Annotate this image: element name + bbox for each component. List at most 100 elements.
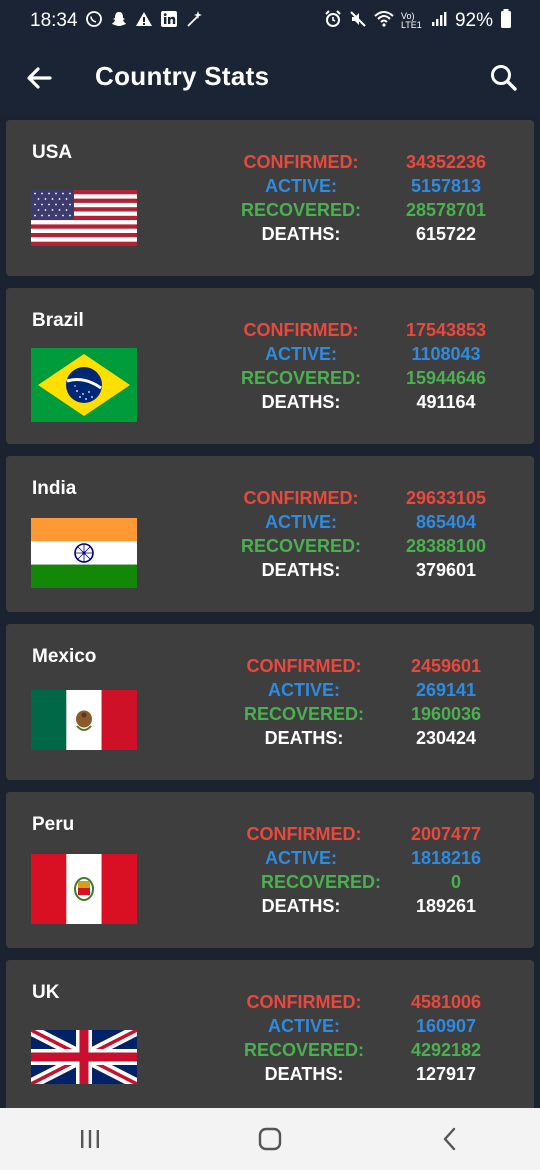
deaths-row: DEATHS: 127917	[226, 1064, 526, 1088]
deaths-value: 189261	[415, 896, 477, 916]
country-name: Brazil	[32, 310, 84, 331]
recovered-label: RECOVERED:	[240, 536, 361, 556]
active-label: ACTIVE:	[265, 512, 337, 532]
recovered-value: 4292182	[410, 1040, 482, 1060]
confirmed-row: CONFIRMED: 34352236	[226, 152, 526, 176]
battery-percent: 92%	[454, 10, 493, 31]
recents-icon	[81, 1130, 99, 1148]
deaths-label: DEATHS:	[261, 224, 341, 244]
active-label: ACTIVE:	[265, 848, 337, 868]
country-name: UK	[32, 982, 60, 1003]
back-nav-button[interactable]	[420, 1119, 480, 1159]
country-name: USA	[32, 142, 73, 163]
battery-icon	[500, 9, 512, 33]
recovered-label: RECOVERED:	[240, 200, 361, 220]
deaths-value: 615722	[415, 224, 477, 244]
country-list[interactable]: USA CONFIRMED: 34352236 ACTIVE: 5157813 …	[0, 114, 540, 1108]
page-title: Country Stats	[95, 61, 270, 91]
confirmed-value: 17543853	[405, 320, 487, 340]
warning-icon	[135, 10, 153, 32]
back-button[interactable]	[22, 60, 58, 96]
active-value: 865404	[415, 512, 477, 532]
active-row: ACTIVE: 5157813	[226, 176, 526, 200]
active-label: ACTIVE:	[265, 176, 337, 196]
active-row: ACTIVE: 1108043	[226, 344, 526, 368]
active-label: ACTIVE:	[265, 344, 337, 364]
mute-icon	[349, 10, 367, 32]
recovered-row: RECOVERED: 28388100	[226, 536, 526, 560]
linkedin-icon	[160, 10, 178, 32]
confirmed-value: 2007477	[410, 824, 482, 844]
country-card-uk[interactable]: UK CONFIRMED: 4581006 ACTIVE: 160907 REC…	[6, 960, 534, 1108]
india-flag	[31, 518, 137, 588]
signal-icon	[430, 10, 448, 32]
recovered-label: RECOVERED:	[243, 704, 364, 724]
search-button[interactable]	[486, 60, 522, 96]
deaths-value: 127917	[415, 1064, 477, 1084]
recovered-value: 28388100	[405, 536, 487, 556]
recovered-row: RECOVERED: 28578701	[226, 200, 526, 224]
deaths-label: DEATHS:	[261, 560, 341, 580]
active-value: 5157813	[410, 176, 482, 196]
magic-wand-icon	[185, 10, 203, 32]
country-card-brazil[interactable]: Brazil CONFIRMED: 17543853 ACTIVE: 11080…	[6, 288, 534, 444]
active-value: 1108043	[411, 344, 481, 364]
confirmed-label: CONFIRMED:	[246, 824, 362, 844]
confirmed-label: CONFIRMED:	[243, 488, 359, 508]
recovered-value: 0	[450, 872, 461, 892]
recovered-label: RECOVERED:	[260, 872, 381, 892]
country-card-mexico[interactable]: Mexico CONFIRMED: 2459601 ACTIVE: 269141…	[6, 624, 534, 780]
recovered-label: RECOVERED:	[243, 1040, 364, 1060]
search-icon	[491, 65, 517, 91]
deaths-label: DEATHS:	[264, 728, 344, 748]
confirmed-row: CONFIRMED: 2459601	[226, 656, 526, 680]
recovered-row: RECOVERED: 4292182	[226, 1040, 526, 1064]
back-icon	[443, 1127, 456, 1151]
home-icon	[258, 1127, 282, 1151]
deaths-label: DEATHS:	[264, 1064, 344, 1084]
arrow-left-icon	[27, 67, 52, 89]
status-left: 18:34	[30, 10, 203, 32]
mexico-flag	[31, 690, 137, 750]
deaths-row: DEATHS: 379601	[226, 560, 526, 584]
country-card-india[interactable]: India CONFIRMED: 29633105 ACTIVE: 865404	[6, 456, 534, 612]
deaths-row: DEATHS: 491164	[226, 392, 526, 416]
recovered-value: 28578701	[405, 200, 487, 220]
confirmed-label: CONFIRMED:	[243, 152, 359, 172]
confirmed-value: 29633105	[405, 488, 487, 508]
country-name: Mexico	[32, 646, 97, 667]
active-label: ACTIVE:	[268, 1016, 340, 1036]
deaths-row: DEATHS: 189261	[226, 896, 526, 920]
active-row: ACTIVE: 160907	[226, 1016, 526, 1040]
deaths-value: 379601	[415, 560, 477, 580]
active-label: ACTIVE:	[268, 680, 340, 700]
active-row: ACTIVE: 1818216	[226, 848, 526, 872]
deaths-row: DEATHS: 615722	[226, 224, 526, 248]
active-value: 269141	[415, 680, 477, 700]
status-bar: 18:34 Vo) LTE1 92%	[0, 0, 540, 42]
home-button[interactable]	[240, 1119, 300, 1159]
deaths-row: DEATHS: 230424	[226, 728, 526, 752]
confirmed-row: CONFIRMED: 2007477	[226, 824, 526, 848]
recovered-row: RECOVERED: 1960036	[226, 704, 526, 728]
active-row: ACTIVE: 269141	[226, 680, 526, 704]
confirmed-value: 34352236	[405, 152, 487, 172]
uk-flag	[31, 1030, 137, 1084]
active-value: 160907	[415, 1016, 477, 1036]
whatsapp-icon	[85, 10, 103, 32]
recovered-value: 1960036	[410, 704, 482, 724]
deaths-value: 491164	[416, 392, 476, 412]
snapchat-icon	[110, 10, 128, 32]
active-row: ACTIVE: 865404	[226, 512, 526, 536]
confirmed-value: 2459601	[410, 656, 482, 676]
country-card-usa[interactable]: USA CONFIRMED: 34352236 ACTIVE: 5157813 …	[6, 120, 534, 276]
deaths-value: 230424	[415, 728, 477, 748]
recovered-value: 15944646	[405, 368, 487, 388]
confirmed-row: CONFIRMED: 17543853	[226, 320, 526, 344]
deaths-label: DEATHS:	[261, 896, 341, 916]
deaths-label: DEATHS:	[261, 392, 341, 412]
confirmed-value: 4581006	[410, 992, 482, 1012]
recents-button[interactable]	[60, 1119, 120, 1159]
country-name: Peru	[32, 814, 75, 835]
country-card-peru[interactable]: Peru CONFIRMED: 2007477 ACTIVE: 1818216 …	[6, 792, 534, 948]
